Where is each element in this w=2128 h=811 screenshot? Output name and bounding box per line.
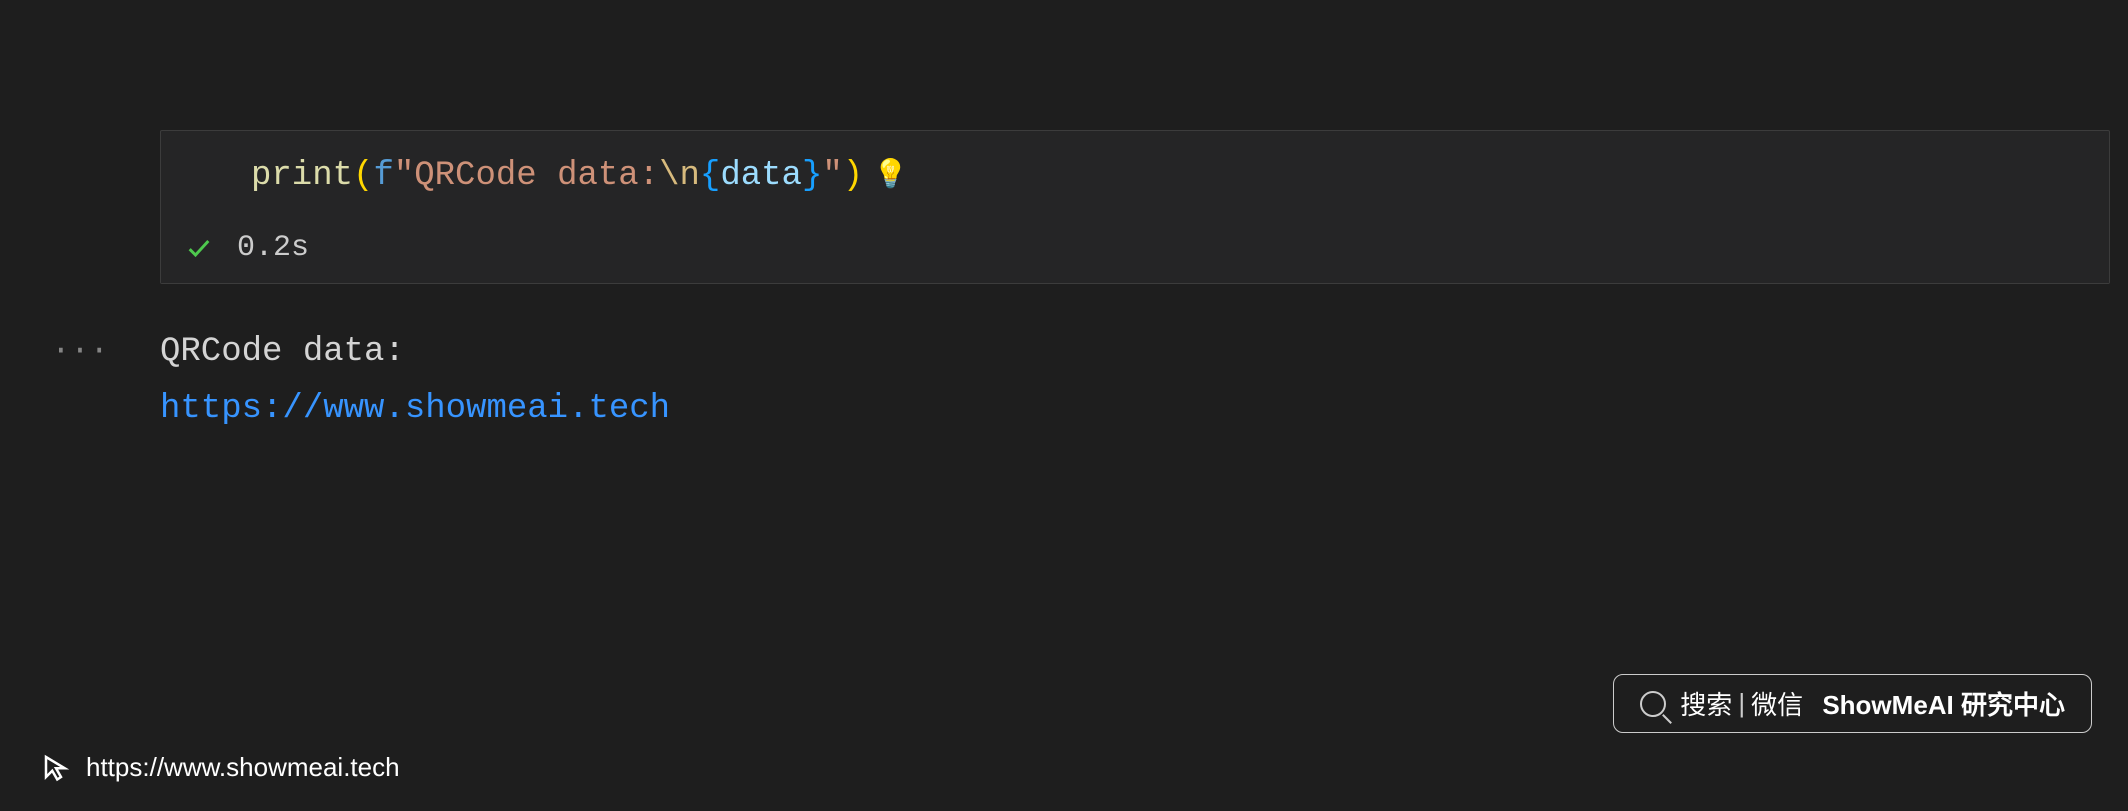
output-content: QRCode data: https://www.showmeai.tech	[160, 324, 670, 440]
lightbulb-icon[interactable]: 💡	[873, 157, 908, 196]
footer-url: https://www.showmeai.tech	[86, 752, 400, 783]
code-content[interactable]: print(f"QRCode data:\n{data}") 💡	[161, 131, 2109, 219]
brand-name: ShowMeAI 研究中心	[1822, 685, 2065, 722]
output-link[interactable]: https://www.showmeai.tech	[160, 381, 670, 439]
token-paren-open: (	[353, 153, 373, 201]
search-icon	[1640, 691, 1666, 717]
token-string: QRCode data:	[414, 153, 659, 201]
checkmark-icon	[185, 234, 213, 262]
wechat-label: 微信	[1751, 685, 1803, 722]
search-label: 搜索	[1680, 685, 1732, 722]
token-function: print	[251, 153, 353, 201]
token-brace-close: }	[802, 153, 822, 201]
token-variable: data	[720, 153, 802, 201]
code-cell[interactable]: print(f"QRCode data:\n{data}") 💡 0.2s	[160, 130, 2110, 284]
search-widget[interactable]: 搜索 | 微信 ShowMeAI 研究中心	[1613, 674, 2092, 733]
cursor-icon	[40, 751, 72, 783]
token-quote: "	[822, 153, 842, 201]
token-escape: \n	[659, 153, 700, 201]
notebook-container: print(f"QRCode data:\n{data}") 💡 0.2s ··…	[0, 0, 2128, 439]
token-paren-close: )	[843, 153, 863, 201]
token-brace-open: {	[700, 153, 720, 201]
token-quote: "	[394, 153, 414, 201]
footer-link[interactable]: https://www.showmeai.tech	[40, 751, 400, 783]
search-divider: |	[1738, 688, 1745, 719]
output-container: ··· QRCode data: https://www.showmeai.te…	[160, 324, 2128, 440]
cell-execution-status: 0.2s	[161, 219, 2109, 283]
search-text: 搜索 | 微信 ShowMeAI 研究中心	[1680, 685, 2065, 722]
output-ellipsis: ···	[51, 332, 109, 369]
output-line-1: QRCode data:	[160, 324, 670, 382]
output-gutter[interactable]: ···	[0, 324, 160, 440]
token-fstring-prefix: f	[373, 153, 393, 201]
execution-time: 0.2s	[237, 231, 309, 265]
code-line: print(f"QRCode data:\n{data}") 💡	[251, 153, 2089, 201]
